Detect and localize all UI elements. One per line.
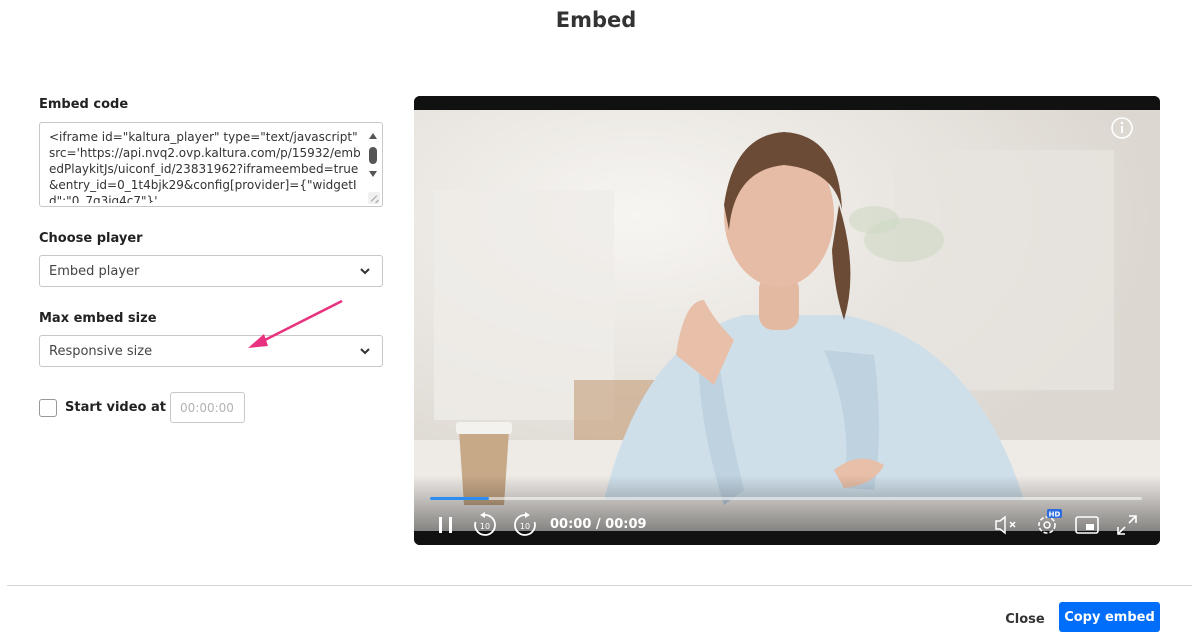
start-time-input[interactable] bbox=[171, 393, 244, 422]
max-embed-size-value: Responsive size bbox=[49, 344, 153, 359]
settings-icon[interactable]: HD bbox=[1034, 508, 1064, 538]
scroll-up-icon[interactable] bbox=[369, 133, 377, 139]
seek-bar-progress bbox=[430, 497, 490, 500]
video-frame-image bbox=[414, 110, 1160, 532]
hd-badge: HD bbox=[1049, 511, 1061, 519]
footer-divider bbox=[7, 585, 1192, 586]
chevron-down-icon bbox=[360, 268, 370, 275]
seek-bar[interactable] bbox=[430, 497, 1142, 500]
choose-player-label: Choose player bbox=[39, 231, 143, 246]
picture-in-picture-icon[interactable] bbox=[1074, 512, 1100, 538]
info-icon[interactable] bbox=[1110, 116, 1134, 140]
choose-player-select[interactable]: Embed player bbox=[39, 255, 383, 287]
close-button[interactable]: Close bbox=[996, 606, 1054, 632]
max-embed-size-label: Max embed size bbox=[39, 311, 157, 326]
rewind-seconds-label: 10 bbox=[480, 522, 490, 531]
embed-code-label: Embed code bbox=[39, 97, 129, 112]
start-video-checkbox[interactable] bbox=[39, 399, 57, 417]
mute-icon[interactable] bbox=[992, 512, 1022, 538]
embed-code-textarea[interactable]: <iframe id="kaltura_player" type="text/j… bbox=[39, 122, 383, 207]
annotation-arrow-icon bbox=[248, 299, 343, 348]
start-time-field[interactable] bbox=[170, 392, 245, 423]
video-player[interactable]: 10 10 00:00 / 00:09 HD bbox=[414, 96, 1160, 545]
pause-icon[interactable] bbox=[434, 512, 458, 538]
dialog-title: Embed bbox=[555, 8, 637, 32]
player-top-bar bbox=[414, 96, 1160, 110]
forward-seconds-label: 10 bbox=[520, 522, 530, 531]
scroll-thumb[interactable] bbox=[369, 147, 377, 164]
copy-embed-button[interactable]: Copy embed bbox=[1059, 602, 1160, 632]
embed-code-text[interactable]: <iframe id="kaltura_player" type="text/j… bbox=[49, 129, 367, 203]
choose-player-value: Embed player bbox=[49, 264, 140, 279]
video-frame bbox=[414, 110, 1160, 532]
fullscreen-icon[interactable] bbox=[1114, 512, 1140, 538]
forward-10-icon[interactable]: 10 bbox=[512, 512, 538, 538]
chevron-down-icon bbox=[360, 348, 370, 355]
embed-code-scrollbar[interactable] bbox=[368, 131, 378, 191]
rewind-10-icon[interactable]: 10 bbox=[472, 512, 498, 538]
start-video-label: Start video at bbox=[65, 400, 166, 415]
resize-grip-icon[interactable] bbox=[368, 192, 380, 204]
time-display: 00:00 / 00:09 bbox=[550, 517, 647, 532]
scroll-down-icon[interactable] bbox=[369, 171, 377, 177]
